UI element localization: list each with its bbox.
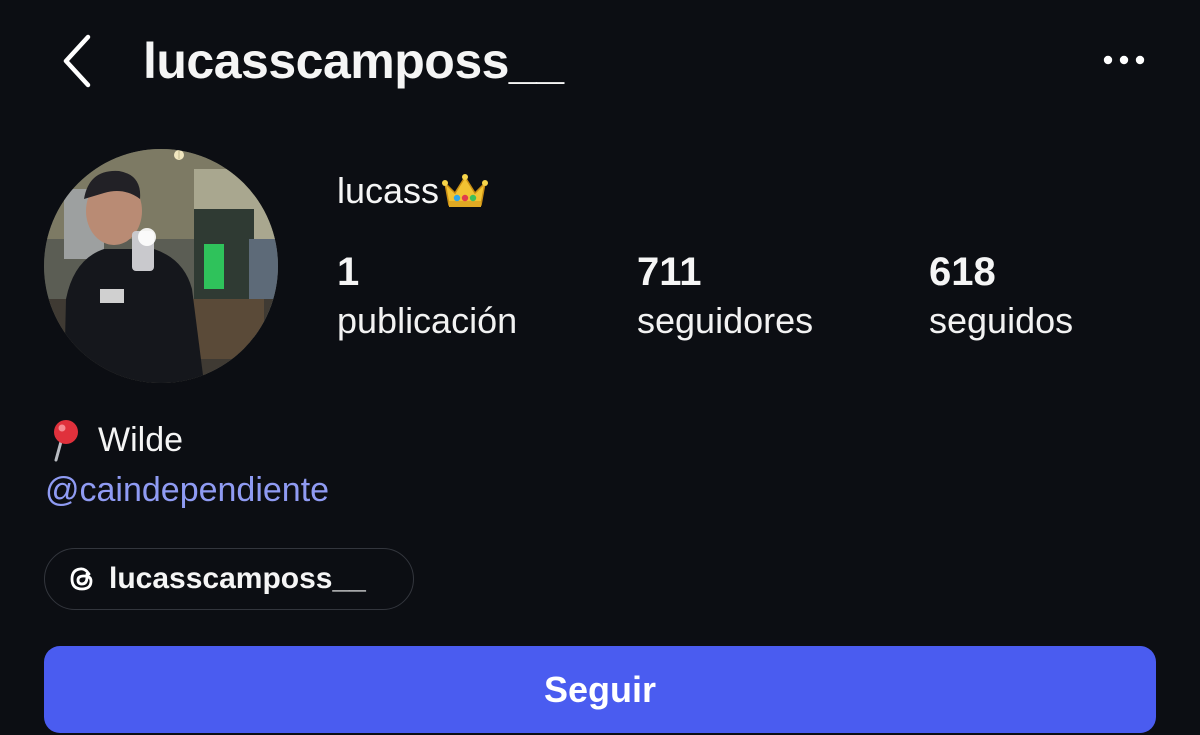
posts-count: 1	[337, 250, 360, 294]
crown-icon	[441, 171, 489, 211]
ellipsis-icon	[1103, 55, 1145, 65]
stat-following[interactable]: 618 seguidos	[929, 248, 1073, 346]
following-label: seguidos	[929, 300, 1074, 341]
threads-icon	[67, 564, 97, 594]
bio-mention-link[interactable]: @caindependiente	[45, 466, 329, 514]
posts-label: publicación	[337, 300, 518, 341]
chevron-left-icon	[63, 34, 91, 88]
profile-username: lucasscamposs__	[143, 33, 564, 89]
pin-icon	[46, 418, 86, 462]
more-options-button[interactable]	[1096, 38, 1152, 82]
threads-handle: lucasscamposs__	[109, 562, 366, 595]
following-count: 618	[929, 250, 996, 294]
back-button[interactable]	[50, 26, 106, 96]
profile-display-name: lucass	[337, 168, 489, 214]
location-text: Wilde	[98, 421, 184, 459]
bio-location: Wilde	[46, 416, 183, 464]
followers-label: seguidores	[637, 300, 814, 341]
avatar-photo	[44, 149, 278, 383]
display-name-text: lucass	[337, 170, 440, 211]
stat-followers[interactable]: 711 seguidores	[637, 248, 813, 346]
threads-profile-badge[interactable]: lucasscamposs__	[44, 548, 414, 610]
profile-avatar[interactable]	[44, 149, 278, 383]
follow-button[interactable]: Seguir	[44, 646, 1156, 733]
followers-count: 711	[637, 250, 702, 294]
stat-posts[interactable]: 1 publicación	[337, 248, 517, 346]
